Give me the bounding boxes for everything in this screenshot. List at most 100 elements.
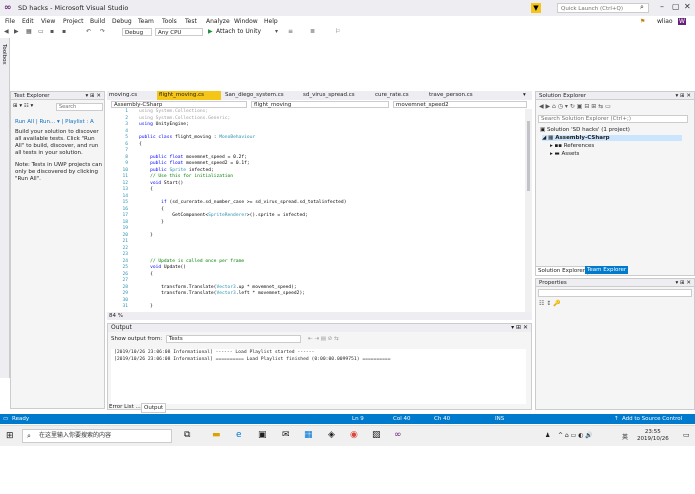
run-link[interactable]: Run... <box>39 119 55 125</box>
edge-browser-icon[interactable]: e <box>236 430 242 440</box>
code-line[interactable]: } <box>139 220 164 225</box>
playlist-link[interactable]: Playlist : A <box>65 119 94 125</box>
people-icon[interactable]: ♟ <box>545 432 550 439</box>
store-icon[interactable]: ▣ <box>258 430 267 440</box>
add-source-control-button[interactable]: Add to Source Control <box>622 414 682 424</box>
solution-search-input[interactable]: Search Solution Explorer (Ctrl+;) <box>538 115 688 123</box>
filter-icon[interactable]: ▼ <box>531 3 541 13</box>
run-all-link[interactable]: Run All <box>15 119 34 125</box>
new-project-icon[interactable]: ▦ <box>26 28 32 35</box>
toolbox-label[interactable]: Toolbox <box>1 44 7 65</box>
code-line[interactable]: // Use this for initialization <box>139 174 233 179</box>
bookmark-icon[interactable]: ⚐ <box>335 28 340 35</box>
tab-solution-explorer[interactable]: Solution Explorer <box>535 266 589 276</box>
code-line[interactable]: { <box>139 187 153 192</box>
taskbar-clock[interactable]: 23:55 2019/10/26 <box>637 429 669 443</box>
navigate-forward-icon[interactable]: ▶ <box>14 28 19 35</box>
attach-to-unity-button[interactable]: Attach to Unity <box>216 28 261 35</box>
tab-cure-rate[interactable]: cure_rate.cs <box>373 91 427 100</box>
menu-help[interactable]: Help <box>264 18 278 25</box>
close-icon[interactable]: ▾ ⊞ ✕ <box>676 279 691 287</box>
tree-references[interactable]: ▸ ▪▪ References <box>550 143 594 149</box>
undo-icon[interactable]: ↶ <box>86 28 91 35</box>
save-all-icon[interactable]: ▪ <box>62 28 66 35</box>
notification-icon[interactable]: ⚑ <box>640 18 645 25</box>
photos-icon[interactable]: ▨ <box>372 430 381 440</box>
solution-explorer-toolbar[interactable]: ◀ ▶ ⌂ ◷ ▾ ↻ ▣ ⊟ ⊞ ⇆ ▭ <box>539 103 611 110</box>
minimize-button[interactable]: – <box>660 2 664 11</box>
close-icon[interactable]: ▾ ⊞ ✕ <box>511 324 528 332</box>
user-avatar[interactable]: W <box>678 18 686 25</box>
tab-error-list[interactable]: Error List ... <box>107 403 143 411</box>
code-line[interactable]: { <box>139 142 142 147</box>
menu-view[interactable]: View <box>41 18 55 25</box>
system-tray-icons[interactable]: ^ ⌂ ▭ ◐ 🔊 <box>558 432 593 439</box>
editor-scrollbar[interactable] <box>525 109 532 312</box>
format-icon[interactable]: ≡ <box>288 28 293 35</box>
maximize-button[interactable]: ▢ <box>672 2 680 11</box>
tab-overflow-icon[interactable]: ▾ <box>521 91 526 100</box>
chrome-icon[interactable]: ◉ <box>350 430 358 440</box>
tree-assets[interactable]: ▸ ▬ Assets <box>550 151 579 157</box>
class-dropdown[interactable]: flight_moving <box>251 101 389 108</box>
menu-project[interactable]: Project <box>63 18 84 25</box>
tab-sd-virus-spread[interactable]: sd_virus_spread.cs <box>301 91 371 100</box>
output-text[interactable]: [2019/10/26 23:06:08 Informational] ----… <box>111 349 526 404</box>
close-icon[interactable]: ▾ ⊞ ✕ <box>86 92 101 100</box>
menu-team[interactable]: Team <box>138 18 154 25</box>
code-line[interactable]: { <box>139 272 153 277</box>
task-view-icon[interactable]: ⧉ <box>184 430 190 440</box>
properties-object-select[interactable] <box>538 289 692 297</box>
code-line[interactable]: public float movemnet_speed2 = 0.1f; <box>139 161 250 166</box>
scroll-thumb[interactable] <box>527 121 530 191</box>
solution-platform-select[interactable]: Any CPU <box>155 28 203 36</box>
menu-edit[interactable]: Edit <box>22 18 34 25</box>
tab-san-diego-system[interactable]: San_diego_system.cs <box>223 91 301 100</box>
code-line[interactable]: public Sprite infected; <box>139 168 214 173</box>
toolbar-options-icon[interactable]: ▾ <box>275 28 278 35</box>
code-line[interactable]: GetComponent<SpriteRenderer>().sprite = … <box>139 213 308 218</box>
group-by-icon[interactable]: ⊞ ▾ ☷ ▾ <box>13 103 33 109</box>
mail-icon[interactable]: ✉ <box>282 430 290 440</box>
code-line[interactable]: if (sd_curerate.sd_number_case >= sd_vir… <box>139 200 346 205</box>
code-line[interactable]: public float movemnet_speed = 0.2f; <box>139 155 247 160</box>
save-icon[interactable]: ▪ <box>50 28 54 35</box>
search-icon[interactable]: ⌕ <box>640 3 644 12</box>
code-line[interactable]: using System.Collections.Generic; <box>139 116 230 121</box>
test-search-input[interactable]: Search <box>56 103 103 111</box>
toolbox-strip[interactable]: Toolbox <box>0 38 10 378</box>
windows-start-icon[interactable]: ⊞ <box>6 431 14 441</box>
menu-window[interactable]: Window <box>234 18 258 25</box>
menu-debug[interactable]: Debug <box>112 18 132 25</box>
member-dropdown[interactable]: movemnet_speed2 <box>393 101 527 108</box>
visual-studio-taskbar-icon[interactable]: ∞ <box>394 430 402 440</box>
output-source-select[interactable]: Tests <box>166 335 301 343</box>
app-icon[interactable]: ▦ <box>304 430 313 440</box>
navigate-back-icon[interactable]: ◀ <box>4 28 9 35</box>
code-line[interactable]: using UnityEngine; <box>139 122 189 127</box>
menu-build[interactable]: Build <box>90 18 105 25</box>
add-source-control-icon[interactable]: ↑ <box>614 414 619 424</box>
quick-launch-input[interactable]: Quick Launch (Ctrl+Q) <box>557 3 649 13</box>
menu-tools[interactable]: Tools <box>162 18 177 25</box>
code-line[interactable]: transform.Translate(Vector3.up * movemne… <box>139 285 297 290</box>
comment-icon[interactable]: ≣ <box>310 28 315 35</box>
code-line[interactable]: } <box>139 233 153 238</box>
output-toolbar-icons[interactable]: ⇤ ⇥ ▤ ⊘ ⇆ <box>308 336 339 342</box>
close-icon[interactable]: ▾ ⊞ ✕ <box>676 92 691 100</box>
unity-icon[interactable]: ◈ <box>328 430 335 440</box>
menu-test[interactable]: Test <box>185 18 197 25</box>
code-line[interactable]: transform.Translate(Vector3.left * movem… <box>139 291 305 296</box>
tab-moving[interactable]: moving.cs <box>107 91 155 100</box>
tree-project[interactable]: ◢ ▦ Assembly-CSharp <box>542 135 682 141</box>
code-line[interactable]: using System.Collections; <box>139 109 208 114</box>
code-line[interactable]: // Update is called once per frame <box>139 259 244 264</box>
taskbar-search-input[interactable]: 在这里输入你要搜索的内容 <box>22 429 172 443</box>
code-line[interactable]: { <box>139 207 164 212</box>
code-editor[interactable]: 1 2 3 4 5 6 7 8 9 10 11 12 13 14 15 16 17 18 19 20 21 22 23 24 2… <box>107 109 525 312</box>
code-line[interactable]: void Update() <box>139 265 186 270</box>
zoom-level[interactable]: 84 % <box>109 312 123 320</box>
tree-solution[interactable]: ▣ Solution 'SD hacks' (1 project) <box>540 127 630 133</box>
open-file-icon[interactable]: ▭ <box>38 28 44 35</box>
tab-flight-moving[interactable]: flight_moving.cs <box>157 91 221 100</box>
